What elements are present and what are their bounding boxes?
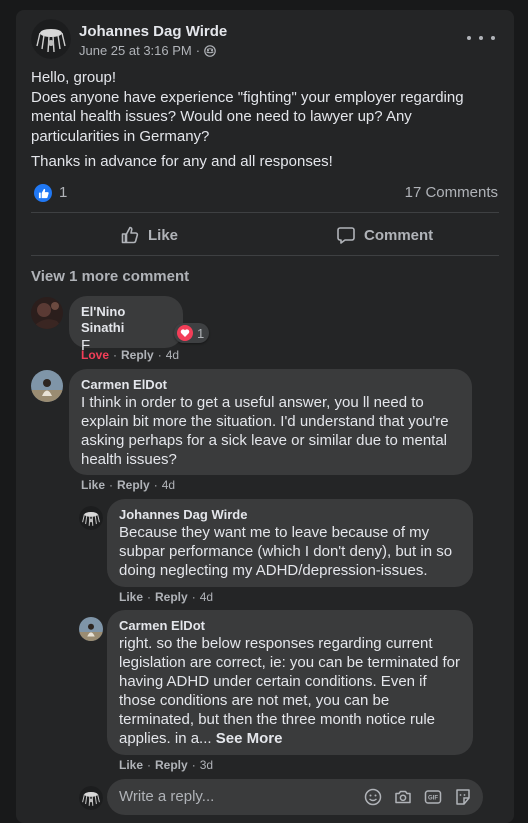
comment-bubble: El'Nino Sinathi F [69,296,183,354]
reply-action[interactable]: Reply [155,590,188,604]
love-action[interactable]: Love [81,348,109,362]
reply-text: Because they want me to leave because of… [119,524,453,579]
see-more-link[interactable]: See More [216,730,283,747]
divider [31,255,499,256]
post-date[interactable]: June 25 at 3:16 PM [79,43,192,58]
thumbs-up-icon [120,225,140,245]
reaction-count: 1 [197,325,205,341]
replier-avatar[interactable] [79,506,103,530]
reply-author[interactable]: Johannes Dag Wirde [119,507,461,523]
comment-reaction-pill[interactable]: 1 [174,323,210,343]
emoji-icon[interactable] [363,787,383,807]
reply-action[interactable]: Reply [117,478,150,492]
reply-time[interactable]: 3d [200,758,213,772]
view-more-comments-link[interactable]: View 1 more comment [31,268,189,285]
post-body: Hello, group! Does anyone have experienc… [31,68,501,178]
like-action[interactable]: Like [119,590,143,604]
comment-button[interactable]: Comment [336,216,433,254]
comment-time[interactable]: 4d [162,478,175,492]
commenter-avatar[interactable] [31,297,63,329]
comment-bubble: Carmen ElDot I think in order to get a u… [69,369,472,475]
author-avatar[interactable] [31,19,71,59]
svg-text:GIF: GIF [428,796,438,802]
reply-author[interactable]: Carmen ElDot [119,618,461,634]
comment-actions: Like · Reply · 4d [81,478,176,492]
post-card: Johannes Dag Wirde June 25 at 3:16 PM · … [16,10,514,823]
reply-input-tools: GIF [363,787,473,807]
like-button[interactable]: Like [120,216,178,254]
reply-placeholder: Write a reply... [119,788,215,805]
reactions-count[interactable]: 1 [59,184,67,201]
post-body-line: Does anyone have experience "fighting" y… [31,88,464,145]
comment-author[interactable]: Carmen ElDot [81,377,460,393]
meta-separator: · [195,43,201,58]
comment-icon [336,225,356,245]
reply-input[interactable]: Write a reply... GIF [107,779,483,815]
post-meta: June 25 at 3:16 PM · [79,43,216,58]
reply-actions: Like · Reply · 3d [119,758,214,772]
comments-count[interactable]: 17 Comments [405,184,498,201]
reply-action[interactable]: Reply [155,758,188,772]
reply-time[interactable]: 4d [200,590,213,604]
reply-actions: Like · Reply · 4d [119,590,214,604]
reply-bubble: Carmen ElDot right. so the below respons… [107,610,473,755]
comment-time[interactable]: 4d [166,348,179,362]
like-reaction-icon[interactable] [34,184,52,202]
post-body-line: Hello, group! [31,69,117,86]
comment-text: I think in order to get a useful answer,… [81,394,449,468]
reply-action[interactable]: Reply [121,348,154,362]
sticker-icon[interactable] [453,787,473,807]
more-options-icon[interactable] [467,30,495,46]
globe-icon [204,44,216,57]
reply-text-content: right. so the below responses regarding … [119,635,461,747]
current-user-avatar[interactable] [79,786,103,810]
commenter-avatar[interactable] [31,370,63,402]
like-action[interactable]: Like [119,758,143,772]
like-action[interactable]: Like [81,478,105,492]
post-author-name[interactable]: Johannes Dag Wirde [79,23,227,40]
comment-label: Comment [364,226,434,244]
gif-icon[interactable]: GIF [423,787,443,807]
divider [31,212,499,213]
comment-actions: Love · Reply · 4d [81,348,180,362]
camera-icon[interactable] [393,787,413,807]
reply-text: right. so the below responses regarding … [119,634,461,748]
love-reaction-icon [177,325,193,341]
post-body-line: Thanks in advance for any and all respon… [31,153,333,170]
reply-bubble: Johannes Dag Wirde Because they want me … [107,499,473,587]
like-label: Like [148,226,179,244]
replier-avatar[interactable] [79,617,103,641]
comment-author[interactable]: El'Nino Sinathi [81,304,171,336]
